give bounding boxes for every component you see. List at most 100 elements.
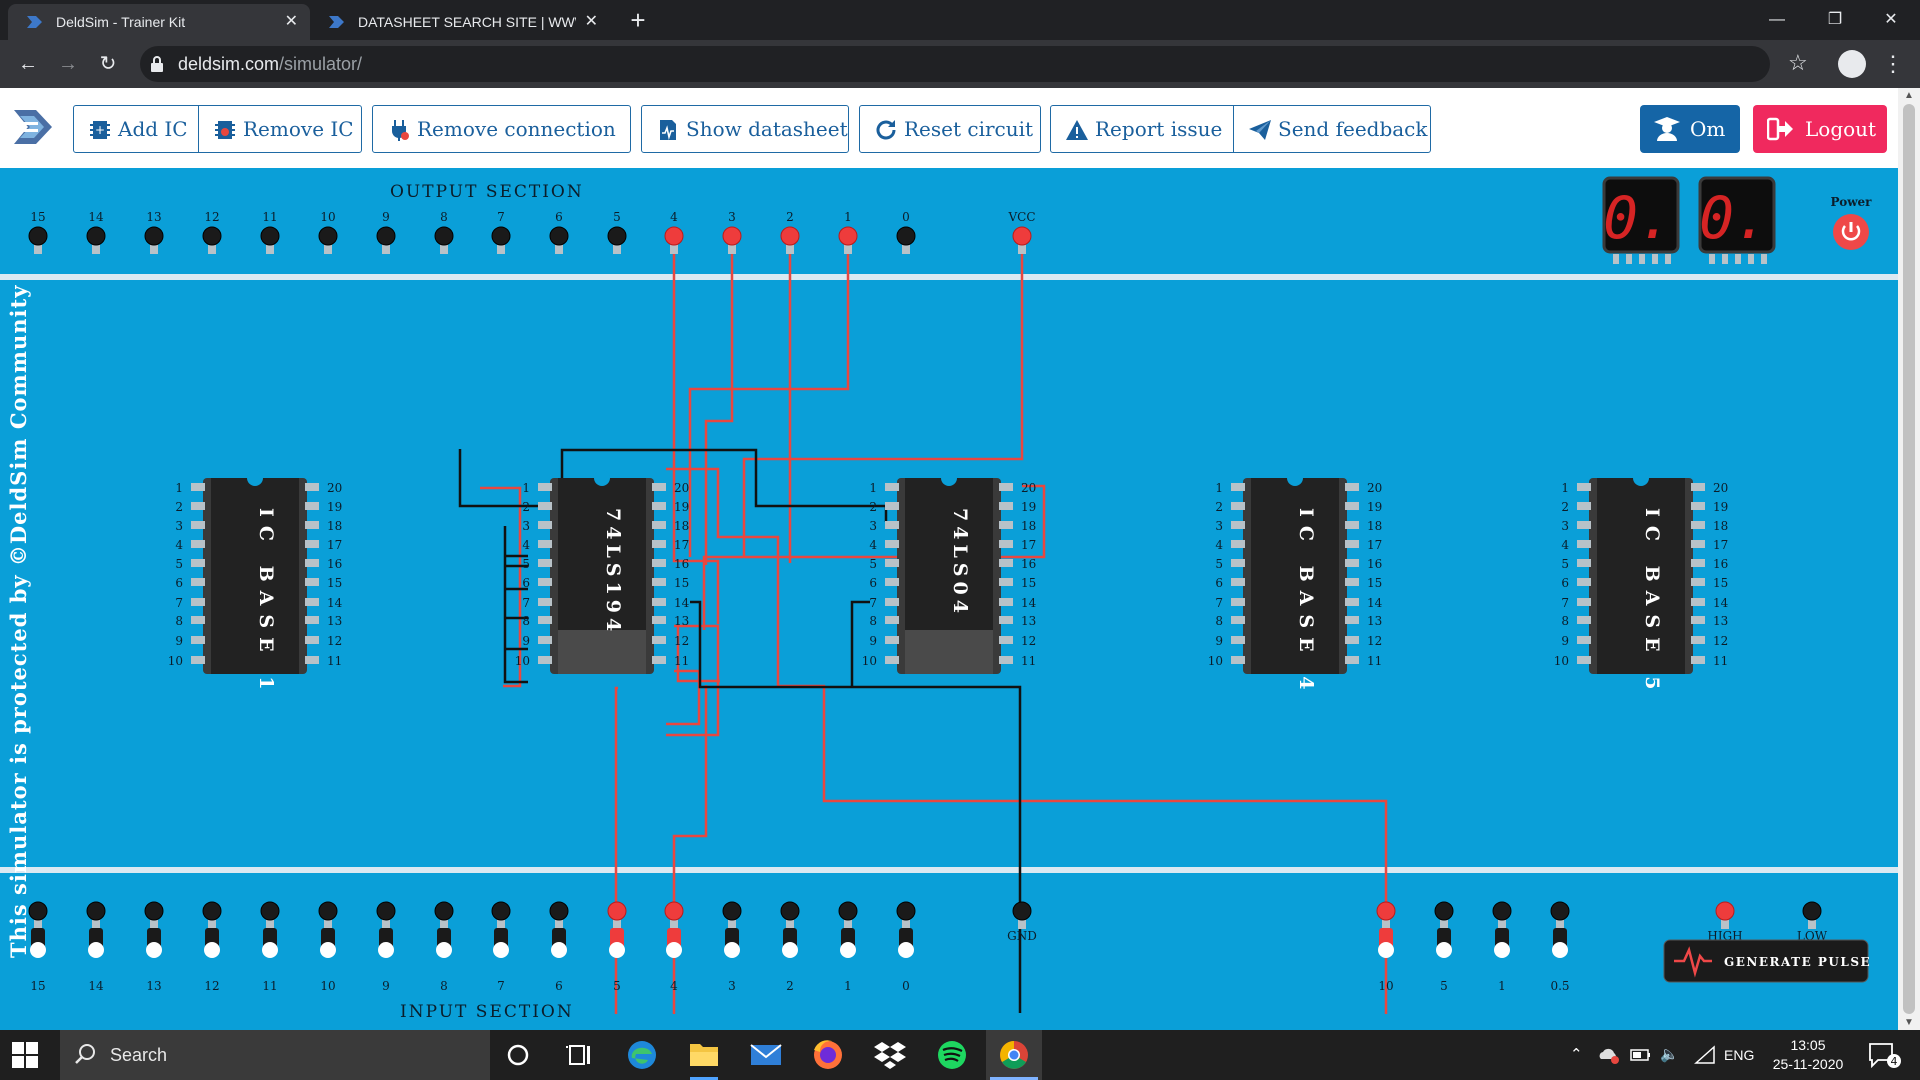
- edge-browser-icon[interactable]: [614, 1030, 670, 1080]
- input-terminal-8[interactable]: [434, 901, 454, 921]
- ic-pin[interactable]: [1231, 656, 1245, 664]
- ic-pin[interactable]: [1231, 502, 1245, 510]
- ic-pin[interactable]: [1691, 540, 1705, 548]
- scroll-down-arrow-icon[interactable]: ▼: [1898, 1017, 1920, 1028]
- send-feedback-button[interactable]: Send feedback: [1233, 105, 1431, 153]
- report-issue-button[interactable]: Report issue: [1050, 105, 1234, 153]
- ic-pin[interactable]: [1345, 521, 1359, 529]
- input-toggle-knob[interactable]: [493, 942, 509, 958]
- ic-pin[interactable]: [1691, 578, 1705, 586]
- clock-toggle-knob[interactable]: [1552, 942, 1568, 958]
- ic-body[interactable]: [1597, 478, 1685, 674]
- ic-pin[interactable]: [1345, 616, 1359, 624]
- input-terminal-7[interactable]: [491, 901, 511, 921]
- ic-pin[interactable]: [999, 559, 1013, 567]
- ic-pin[interactable]: [538, 502, 552, 510]
- ic-pin[interactable]: [652, 656, 666, 664]
- red-wire[interactable]: [788, 236, 850, 563]
- notification-center-icon[interactable]: 4: [1868, 1042, 1902, 1068]
- ic-pin[interactable]: [305, 483, 319, 491]
- ic-pin[interactable]: [1577, 578, 1591, 586]
- logout-button[interactable]: Logout: [1753, 105, 1887, 153]
- ic-pin[interactable]: [538, 578, 552, 586]
- ic-pin[interactable]: [538, 483, 552, 491]
- wifi-icon[interactable]: [1694, 1045, 1716, 1065]
- mail-icon[interactable]: [738, 1030, 794, 1080]
- ic-pin[interactable]: [1691, 636, 1705, 644]
- ic-pin[interactable]: [191, 559, 205, 567]
- dropbox-icon[interactable]: [862, 1030, 918, 1080]
- profile-avatar[interactable]: [1838, 50, 1866, 78]
- clock-terminal-5[interactable]: [1434, 901, 1454, 921]
- ic-pin[interactable]: [1577, 540, 1591, 548]
- input-terminal-1[interactable]: [838, 901, 858, 921]
- ic-pin[interactable]: [305, 502, 319, 510]
- ic-pin[interactable]: [652, 616, 666, 624]
- ic-pin[interactable]: [885, 521, 899, 529]
- ic-pin[interactable]: [652, 578, 666, 586]
- gnd-terminal[interactable]: [1012, 901, 1032, 921]
- input-toggle-knob[interactable]: [88, 942, 104, 958]
- ic-pin[interactable]: [999, 521, 1013, 529]
- ic-body[interactable]: [1251, 478, 1339, 674]
- clock-terminal-10[interactable]: [1376, 901, 1396, 921]
- input-terminal-12[interactable]: [202, 901, 222, 921]
- input-terminal-13[interactable]: [144, 901, 164, 921]
- output-terminal-11[interactable]: [260, 226, 280, 246]
- ic-pin[interactable]: [191, 521, 205, 529]
- ic-pin[interactable]: [885, 656, 899, 664]
- input-toggle-knob[interactable]: [262, 942, 278, 958]
- close-window-button[interactable]: ✕: [1862, 0, 1920, 40]
- ic-pin[interactable]: [1577, 483, 1591, 491]
- language-indicator[interactable]: ENG: [1724, 1030, 1754, 1080]
- input-toggle-knob[interactable]: [609, 942, 625, 958]
- ic-pin[interactable]: [538, 598, 552, 606]
- ic-pin[interactable]: [1345, 502, 1359, 510]
- output-terminal-2[interactable]: [780, 226, 800, 246]
- ic-pin[interactable]: [1577, 598, 1591, 606]
- ic-pin[interactable]: [538, 540, 552, 548]
- battery-icon[interactable]: [1630, 1047, 1652, 1063]
- low-terminal[interactable]: [1802, 901, 1822, 921]
- ic-pin[interactable]: [885, 578, 899, 586]
- taskbar-search-box[interactable]: Search: [60, 1030, 490, 1080]
- ic-pin[interactable]: [999, 656, 1013, 664]
- ic-pin[interactable]: [999, 502, 1013, 510]
- volume-icon[interactable]: 🔈: [1660, 1030, 1679, 1080]
- ic-pin[interactable]: [305, 616, 319, 624]
- ic-pin[interactable]: [1577, 636, 1591, 644]
- output-terminal-6[interactable]: [549, 226, 569, 246]
- ic-pin[interactable]: [1691, 598, 1705, 606]
- ic-pin[interactable]: [1231, 483, 1245, 491]
- ic-pin[interactable]: [999, 636, 1013, 644]
- output-terminal-4[interactable]: [664, 226, 684, 246]
- ic-pin[interactable]: [885, 559, 899, 567]
- minimize-window-button[interactable]: —: [1748, 0, 1806, 40]
- ic-pin[interactable]: [1345, 483, 1359, 491]
- ic-pin[interactable]: [652, 502, 666, 510]
- address-bar[interactable]: deldsim.com/simulator/: [140, 46, 1770, 82]
- input-terminal-10[interactable]: [318, 901, 338, 921]
- ic-pin[interactable]: [305, 598, 319, 606]
- output-terminal-5[interactable]: [607, 226, 627, 246]
- firefox-icon[interactable]: [800, 1030, 856, 1080]
- tray-chevron-icon[interactable]: ⌃: [1570, 1030, 1583, 1080]
- input-toggle-knob[interactable]: [840, 942, 856, 958]
- ic-pin[interactable]: [1345, 636, 1359, 644]
- input-terminal-0[interactable]: [896, 901, 916, 921]
- ic-pin[interactable]: [1577, 616, 1591, 624]
- ic-pin[interactable]: [538, 636, 552, 644]
- ic-pin[interactable]: [885, 540, 899, 548]
- ic-pin[interactable]: [305, 636, 319, 644]
- windows-start-icon[interactable]: [12, 1042, 38, 1068]
- ic-pin[interactable]: [1345, 598, 1359, 606]
- high-terminal[interactable]: [1715, 901, 1735, 921]
- output-terminal-8[interactable]: [434, 226, 454, 246]
- red-wire[interactable]: [666, 669, 701, 726]
- ic-pin[interactable]: [538, 559, 552, 567]
- user-profile-button[interactable]: Om: [1640, 105, 1740, 153]
- ic-pin[interactable]: [1231, 559, 1245, 567]
- chrome-icon[interactable]: [986, 1030, 1042, 1080]
- ic-pin[interactable]: [1345, 656, 1359, 664]
- input-toggle-knob[interactable]: [898, 942, 914, 958]
